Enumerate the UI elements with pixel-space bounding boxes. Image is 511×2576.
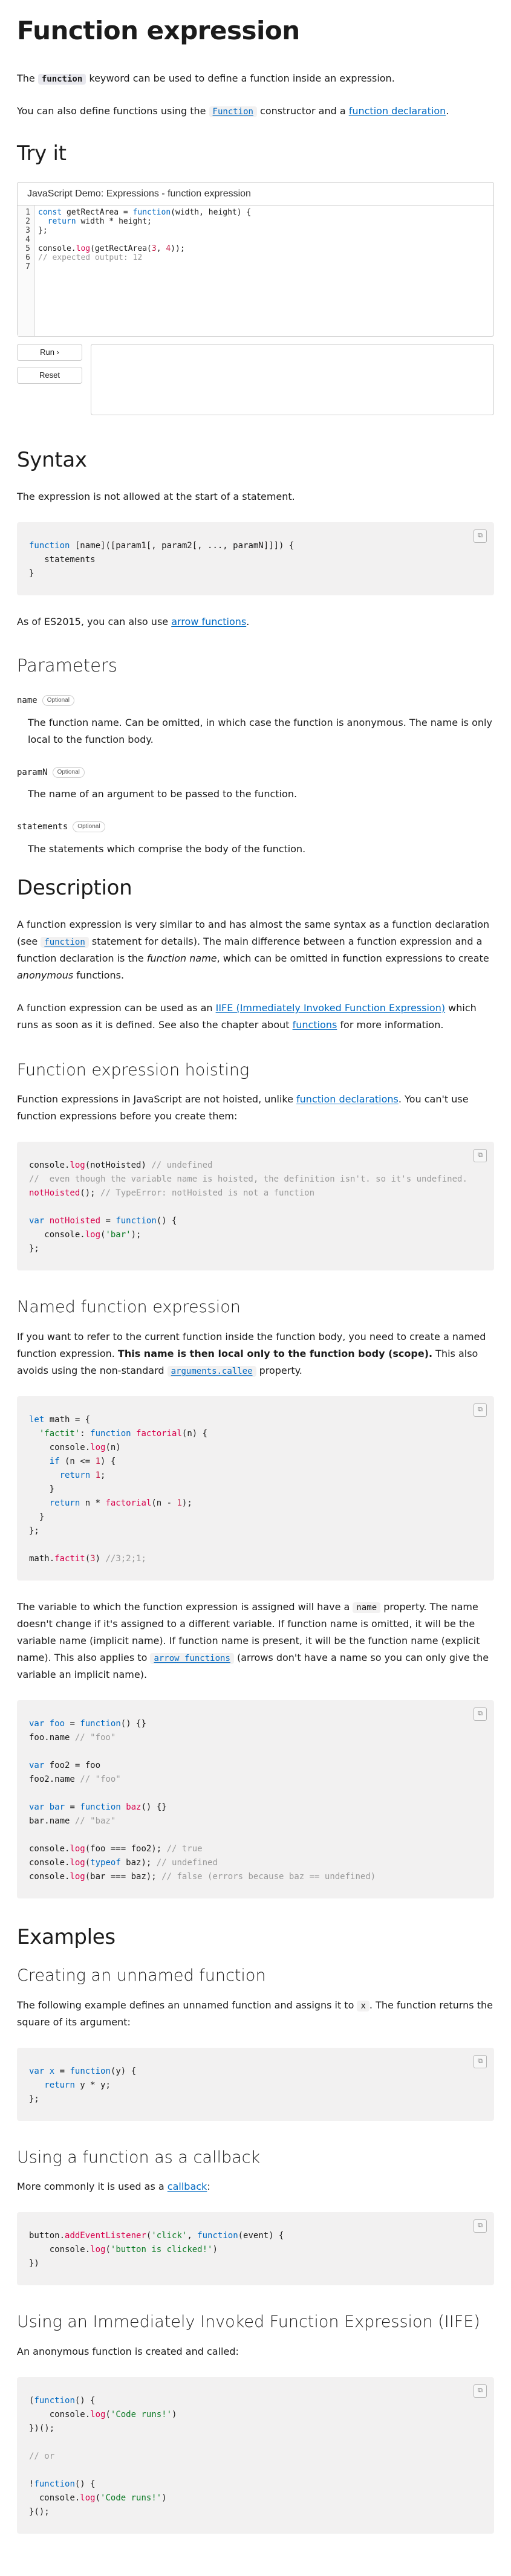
iife-paragraph: An anonymous function is created and cal… (17, 2346, 239, 2358)
description-emphasis: anonymous (17, 969, 74, 981)
editor-code[interactable]: const getRectArea = function(width, heig… (34, 205, 251, 336)
interactive-example: JavaScript Demo: Expressions - function … (17, 182, 494, 337)
line-numbers: 1 2 3 4 5 6 7 (18, 205, 34, 337)
function-keyword-code: function (37, 74, 86, 85)
copy-icon[interactable]: ⧉ (474, 2384, 487, 2398)
syntax-text: . (246, 615, 250, 627)
copy-icon[interactable]: ⧉ (474, 1149, 487, 1163)
arrow-functions-link-2[interactable]: arrow functions (150, 1653, 234, 1665)
demo-buttons: Run › Reset (17, 344, 82, 415)
unnamed-heading: Creating an unnamed function (17, 1966, 266, 1985)
page: { "title": "Function expression", "intro… (0, 16, 511, 2576)
named-name-paragraph: The variable to which the function expre… (17, 1599, 494, 1683)
callback-text: : (207, 2181, 210, 2193)
copy-icon[interactable]: ⧉ (474, 2219, 487, 2233)
hoisting-text: Function expressions in JavaScript are n… (17, 1093, 297, 1105)
param-name-term: name Optional (17, 693, 494, 708)
description-text: A function expression can be used as an (17, 1002, 216, 1014)
iife-link[interactable]: IIFE (Immediately Invoked Function Expre… (216, 1002, 445, 1014)
named-text: The variable to which the function expre… (17, 1601, 353, 1613)
description-text: functions. (73, 969, 125, 981)
param-paramN-term: paramN Optional (17, 765, 494, 780)
code-editor[interactable]: 1 2 3 4 5 6 7 const getRectArea = functi… (18, 205, 493, 337)
syntax-note: The expression is not allowed at the sta… (17, 490, 295, 502)
optional-badge: Optional (73, 821, 105, 833)
try-it-heading: Try it (17, 141, 67, 166)
description-paragraph-2: A function expression can be used as an … (17, 1000, 494, 1034)
intro-paragraph-1: The function keyword can be used to defi… (17, 70, 494, 87)
copy-icon[interactable]: ⧉ (474, 529, 487, 543)
intro-text: constructor and a (256, 105, 349, 117)
named-heading: Named function expression (17, 1298, 241, 1317)
name-property-code: name (353, 1602, 381, 1614)
param-description: The function name. Can be omitted, in wh… (28, 716, 492, 745)
syntax-text: As of ES2015, you can also use (17, 615, 172, 627)
named-code-block: ⧉ let math = { 'factit': function factori… (17, 1396, 494, 1581)
optional-badge: Optional (42, 695, 74, 707)
unnamed-text: The following example defines an unnamed… (17, 1999, 357, 2011)
param-name-desc: The function name. Can be omitted, in wh… (28, 714, 494, 748)
description-emphasis: function name (146, 952, 217, 964)
param-name: name (17, 696, 37, 706)
function-constructor-link[interactable]: Function (209, 106, 257, 118)
intro-text: The (17, 73, 38, 85)
demo-console-output (91, 344, 494, 416)
callback-heading: Using a function as a callback (17, 2147, 261, 2167)
param-description: The name of an argument to be passed to … (28, 788, 298, 800)
callback-text: More commonly it is used as a (17, 2181, 168, 2193)
syntax-arrow-note: As of ES2015, you can also use arrow fun… (17, 613, 494, 630)
unnamed-code-block: ⧉ var x = function(y) { return y * y; }; (17, 2047, 494, 2121)
copy-icon[interactable]: ⧉ (474, 2054, 487, 2068)
intro-text: . (446, 105, 449, 117)
demo-controls: Run › Reset (17, 344, 494, 416)
intro-text: You can also define functions using the (17, 105, 209, 117)
param-paramN-desc: The name of an argument to be passed to … (28, 786, 494, 803)
examples-heading: Examples (17, 1925, 116, 1950)
optional-badge: Optional (52, 766, 85, 778)
hoisting-heading: Function expression hoisting (17, 1060, 250, 1079)
param-description: The statements which comprise the body o… (28, 843, 306, 855)
hoisting-paragraph: Function expressions in JavaScript are n… (17, 1091, 494, 1125)
description-text: for more information. (337, 1018, 444, 1031)
run-button[interactable]: Run › (17, 344, 82, 361)
functions-link[interactable]: functions (293, 1019, 337, 1031)
function-declaration-link[interactable]: function declaration (349, 105, 446, 117)
copy-icon[interactable]: ⧉ (474, 1707, 487, 1721)
x-variable-code: x (357, 2000, 369, 2011)
page-title: Function expression (17, 16, 300, 45)
param-statements-term: statements Optional (17, 820, 494, 835)
description-text: , which can be omitted in function expre… (216, 952, 489, 964)
description-paragraph-1: A function expression is very similar to… (17, 916, 494, 984)
name-property-code-block: ⧉ var foo = function() {} foo.name // "fo… (17, 1700, 494, 1899)
syntax-code-block: ⧉ function [name]([param1[, param2[, ...,… (17, 522, 494, 595)
demo-title: JavaScript Demo: Expressions - function … (18, 183, 493, 206)
description-heading: Description (17, 875, 132, 900)
arguments-callee-link[interactable]: arguments.callee (167, 1366, 256, 1377)
parameters-heading: Parameters (17, 655, 117, 676)
reset-button[interactable]: Reset (17, 367, 82, 384)
iife-code-block: ⧉ (function() { console.log('Code runs!')… (17, 2377, 494, 2534)
unnamed-paragraph: The following example defines an unnamed… (17, 1997, 494, 2031)
callback-paragraph: More commonly it is used as a callback: (17, 2178, 494, 2195)
named-strong-text: This name is then local only to the func… (117, 1348, 433, 1360)
arrow-functions-link[interactable]: arrow functions (171, 616, 246, 627)
param-statements-desc: The statements which comprise the body o… (28, 841, 494, 858)
syntax-heading: Syntax (17, 448, 87, 473)
intro-text: keyword can be used to define a function… (86, 73, 395, 85)
hoisting-code-block: ⧉ console.log(notHoisted) // undefined //… (17, 1142, 494, 1271)
callback-link[interactable]: callback (168, 2181, 207, 2192)
copy-icon[interactable]: ⧉ (474, 1403, 487, 1417)
param-name: paramN (17, 767, 48, 777)
param-name: statements (17, 822, 68, 832)
callback-code-block: ⧉ button.addEventListener('click', functi… (17, 2212, 494, 2286)
function-statement-link[interactable]: function (41, 936, 89, 948)
iife-heading: Using an Immediately Invoked Function Ex… (17, 2312, 480, 2332)
named-paragraph: If you want to refer to the current func… (17, 1328, 494, 1379)
intro-paragraph-2: You can also define functions using the … (17, 103, 494, 120)
named-text: property. (256, 1365, 302, 1377)
function-declarations-link[interactable]: function declarations (296, 1093, 399, 1105)
